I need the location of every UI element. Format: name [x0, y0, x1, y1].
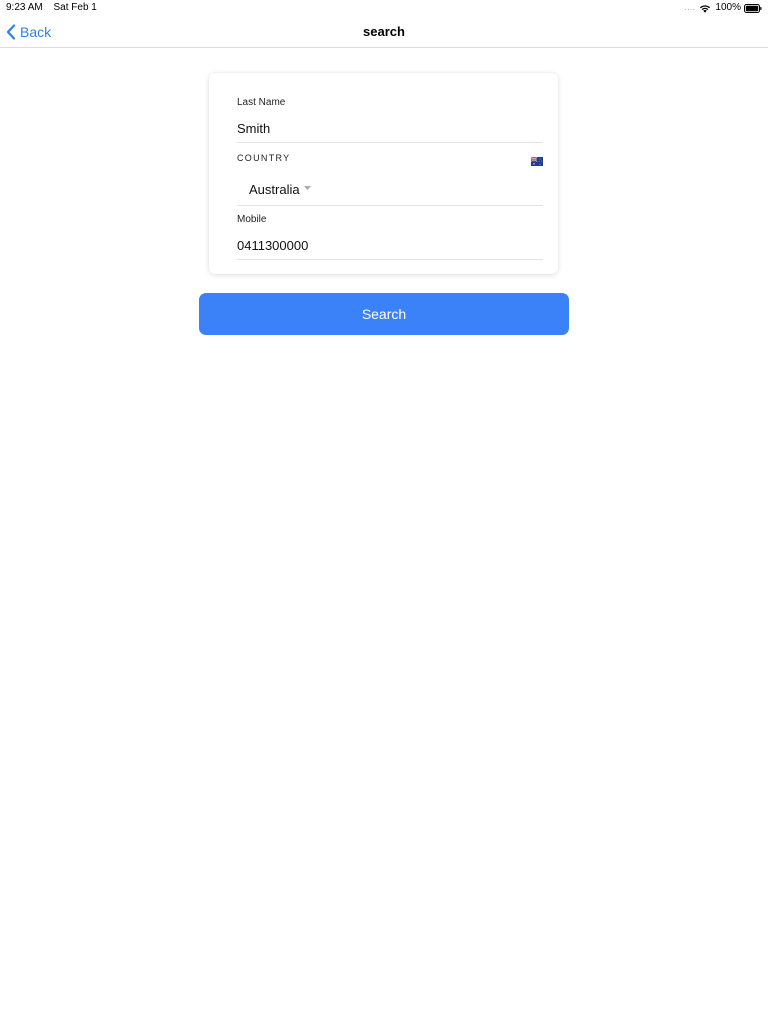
search-form-card: Last Name COUNTRY Australia Mobile: [209, 73, 558, 274]
mobile-input[interactable]: [237, 236, 543, 254]
nav-bar: search Back: [0, 16, 768, 48]
country-select[interactable]: Australia: [249, 180, 311, 198]
back-button[interactable]: Back: [6, 22, 51, 42]
last-name-label: Last Name: [237, 97, 286, 108]
wifi-icon: [699, 4, 711, 13]
dropdown-caret-icon: [303, 185, 311, 190]
country-label: COUNTRY: [237, 153, 291, 163]
country-underline: [237, 205, 543, 206]
last-name-input[interactable]: [237, 119, 543, 137]
status-bar: 9:23 AM Sat Feb 1 .... 100%: [0, 0, 768, 16]
mobile-underline: [237, 259, 543, 260]
status-date: Sat Feb 1: [53, 2, 97, 13]
last-name-underline: [237, 142, 543, 143]
battery-percent: 100%: [715, 2, 741, 13]
page-title: search: [363, 24, 405, 39]
back-label: Back: [20, 24, 52, 40]
status-left: 9:23 AM Sat Feb 1: [6, 0, 97, 16]
mobile-label: Mobile: [237, 214, 267, 225]
chevron-left-icon: [6, 24, 16, 40]
signal-dots-icon: ....: [684, 3, 696, 12]
country-selected-value: Australia: [249, 181, 300, 197]
status-time: 9:23 AM: [6, 2, 43, 13]
australia-flag-icon: [530, 153, 543, 166]
status-right: .... 100%: [685, 0, 762, 16]
search-button[interactable]: Search: [199, 293, 569, 335]
battery-icon: [744, 3, 762, 13]
